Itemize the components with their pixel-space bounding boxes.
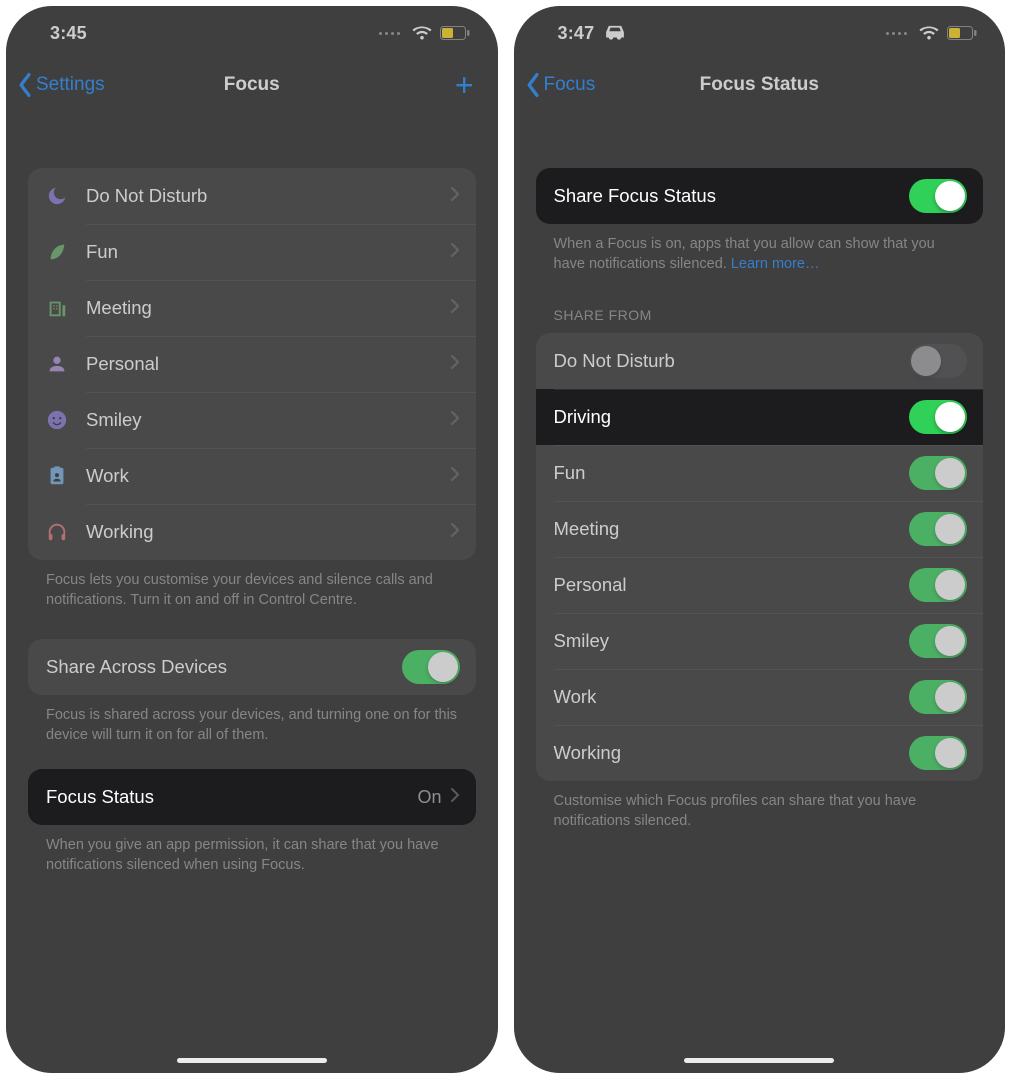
moon-icon bbox=[46, 185, 86, 207]
status-bar: 3:45 bbox=[6, 6, 498, 60]
share-from-label: Fun bbox=[554, 462, 910, 484]
focus-modes-footer: Focus lets you customise your devices an… bbox=[28, 560, 476, 611]
back-label: Focus bbox=[544, 74, 596, 96]
share-from-label: Personal bbox=[554, 574, 910, 596]
back-button[interactable]: Focus bbox=[524, 72, 596, 98]
focus-mode-meeting[interactable]: Meeting bbox=[28, 280, 476, 336]
share-from-toggle[interactable] bbox=[909, 344, 967, 378]
share-from-label: Work bbox=[554, 686, 910, 708]
leaf-icon bbox=[46, 241, 86, 263]
share-across-devices-group: Share Across Devices bbox=[28, 639, 476, 695]
share-focus-status-footer: When a Focus is on, apps that you allow … bbox=[536, 224, 984, 275]
home-indicator[interactable] bbox=[684, 1058, 834, 1063]
focus-status-footer: When you give an app permission, it can … bbox=[28, 825, 476, 876]
focus-status-label: Focus Status bbox=[46, 786, 417, 808]
learn-more-link[interactable]: Learn more… bbox=[731, 256, 820, 272]
wifi-icon bbox=[918, 25, 940, 41]
focus-mode-working[interactable]: Working bbox=[28, 504, 476, 560]
chevron-right-icon bbox=[450, 787, 460, 808]
share-from-label: Driving bbox=[554, 406, 910, 428]
car-icon bbox=[604, 25, 626, 41]
share-from-toggle[interactable] bbox=[909, 400, 967, 434]
share-from-do-not-disturb[interactable]: Do Not Disturb bbox=[536, 333, 984, 389]
focus-mode-label: Meeting bbox=[86, 297, 450, 319]
wifi-icon bbox=[411, 25, 433, 41]
focus-mode-label: Working bbox=[86, 521, 450, 543]
share-from-header: Share From bbox=[536, 275, 984, 333]
focus-mode-label: Smiley bbox=[86, 409, 450, 431]
share-from-label: Smiley bbox=[554, 630, 910, 652]
chevron-right-icon bbox=[450, 522, 460, 543]
focus-settings-screen: 3:45 Settings Focus + Do Not Disturb bbox=[6, 6, 498, 1073]
share-from-list: Do Not Disturb Driving Fun Meeting Perso… bbox=[536, 333, 984, 781]
add-focus-button[interactable]: + bbox=[449, 75, 480, 95]
focus-mode-label: Fun bbox=[86, 241, 450, 263]
share-from-smiley[interactable]: Smiley bbox=[536, 613, 984, 669]
chevron-right-icon bbox=[450, 410, 460, 431]
share-focus-status-row[interactable]: Share Focus Status bbox=[536, 168, 984, 224]
battery-icon bbox=[440, 26, 470, 40]
focus-mode-smiley[interactable]: Smiley bbox=[28, 392, 476, 448]
share-from-toggle[interactable] bbox=[909, 624, 967, 658]
share-from-meeting[interactable]: Meeting bbox=[536, 501, 984, 557]
nav-bar: Focus Focus Status bbox=[514, 60, 1006, 116]
nav-bar: Settings Focus + bbox=[6, 60, 498, 116]
back-label: Settings bbox=[36, 74, 105, 96]
focus-mode-label: Do Not Disturb bbox=[86, 185, 450, 207]
focus-mode-label: Work bbox=[86, 465, 450, 487]
status-time: 3:45 bbox=[50, 23, 87, 44]
focus-mode-work[interactable]: Work bbox=[28, 448, 476, 504]
chevron-left-icon bbox=[16, 72, 34, 98]
back-button[interactable]: Settings bbox=[16, 72, 105, 98]
chevron-left-icon bbox=[524, 72, 542, 98]
share-across-devices-footer: Focus is shared across your devices, and… bbox=[28, 695, 476, 746]
share-from-footer: Customise which Focus profiles can share… bbox=[536, 781, 984, 832]
headphones-icon bbox=[46, 521, 86, 543]
share-from-toggle[interactable] bbox=[909, 456, 967, 490]
share-focus-status-group: Share Focus Status bbox=[536, 168, 984, 224]
smiley-icon bbox=[46, 409, 86, 431]
share-across-devices-row[interactable]: Share Across Devices bbox=[28, 639, 476, 695]
focus-mode-do-not-disturb[interactable]: Do Not Disturb bbox=[28, 168, 476, 224]
share-focus-status-label: Share Focus Status bbox=[554, 185, 910, 207]
share-from-work[interactable]: Work bbox=[536, 669, 984, 725]
cellular-dots-icon bbox=[379, 32, 400, 35]
battery-icon bbox=[947, 26, 977, 40]
focus-mode-personal[interactable]: Personal bbox=[28, 336, 476, 392]
status-time: 3:47 bbox=[558, 23, 595, 44]
cellular-dots-icon bbox=[886, 32, 907, 35]
focus-status-row[interactable]: Focus Status On bbox=[28, 769, 476, 825]
chevron-right-icon bbox=[450, 298, 460, 319]
chevron-right-icon bbox=[450, 354, 460, 375]
badge-icon bbox=[46, 465, 86, 487]
chevron-right-icon bbox=[450, 242, 460, 263]
focus-mode-label: Personal bbox=[86, 353, 450, 375]
share-from-personal[interactable]: Personal bbox=[536, 557, 984, 613]
focus-mode-fun[interactable]: Fun bbox=[28, 224, 476, 280]
share-from-label: Do Not Disturb bbox=[554, 350, 910, 372]
focus-status-value: On bbox=[417, 787, 441, 808]
chevron-right-icon bbox=[450, 186, 460, 207]
share-from-toggle[interactable] bbox=[909, 680, 967, 714]
share-from-toggle[interactable] bbox=[909, 736, 967, 770]
person-icon bbox=[46, 353, 86, 375]
focus-modes-list: Do Not Disturb Fun Meeting bbox=[28, 168, 476, 560]
share-from-label: Working bbox=[554, 742, 910, 764]
share-from-label: Meeting bbox=[554, 518, 910, 540]
share-from-working[interactable]: Working bbox=[536, 725, 984, 781]
status-bar: 3:47 bbox=[514, 6, 1006, 60]
share-across-devices-toggle[interactable] bbox=[402, 650, 460, 684]
share-focus-status-toggle[interactable] bbox=[909, 179, 967, 213]
focus-status-screen: 3:47 Focus Focus Status Share Focus Stat… bbox=[514, 6, 1006, 1073]
chevron-right-icon bbox=[450, 466, 460, 487]
home-indicator[interactable] bbox=[177, 1058, 327, 1063]
building-icon bbox=[46, 297, 86, 319]
share-from-toggle[interactable] bbox=[909, 568, 967, 602]
share-from-fun[interactable]: Fun bbox=[536, 445, 984, 501]
share-from-toggle[interactable] bbox=[909, 512, 967, 546]
share-across-devices-label: Share Across Devices bbox=[46, 656, 402, 678]
share-from-driving[interactable]: Driving bbox=[536, 389, 984, 445]
